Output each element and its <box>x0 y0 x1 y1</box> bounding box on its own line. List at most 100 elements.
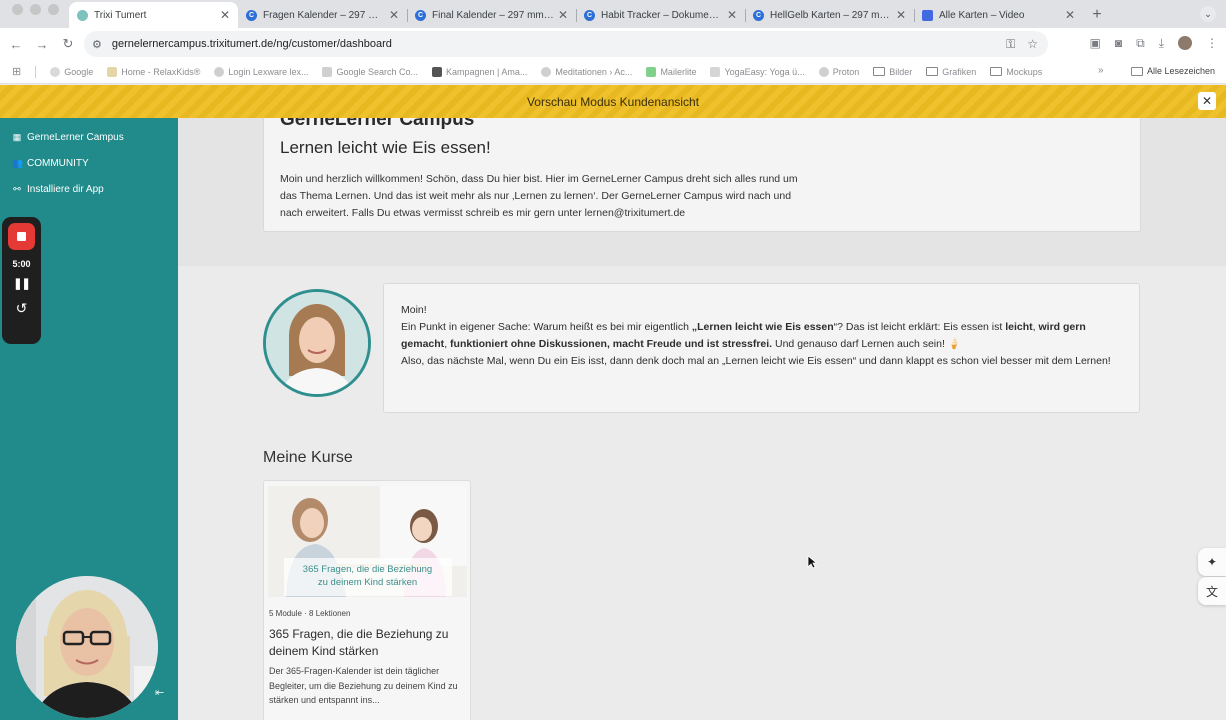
close-preview-button[interactable]: ✕ <box>1198 92 1216 110</box>
bookmark-grafiken[interactable]: Grafiken <box>926 67 976 77</box>
camera-icon[interactable]: ◙ <box>1115 36 1122 51</box>
tab-search-chevron-icon[interactable]: ⌄ <box>1200 6 1216 22</box>
lesson-count: 8 Lektionen <box>309 609 351 618</box>
tab-title: Alle Karten – Video <box>939 9 1025 21</box>
pause-icon[interactable]: ❚❚ <box>13 277 30 290</box>
kebab-menu-icon[interactable]: ⋮ <box>1206 36 1218 51</box>
translate-icon: 文 <box>1205 584 1218 599</box>
back-arrow-icon[interactable]: ← <box>3 31 29 57</box>
tab-title: HellGelb Karten – 297 mm × <box>770 9 892 21</box>
bookmark-label: Home - RelaxKids® <box>121 66 201 77</box>
bookmark-google[interactable]: Google <box>50 66 93 77</box>
bookmark-relaxkids[interactable]: Home - RelaxKids® <box>107 66 201 77</box>
tab-hellgelb-karten[interactable]: C HellGelb Karten – 297 mm × ✕ <box>745 2 914 28</box>
forward-arrow-icon[interactable]: → <box>29 31 55 57</box>
close-icon[interactable]: ✕ <box>896 8 906 22</box>
tab-alle-karten-video[interactable]: Alle Karten – Video ✕ <box>914 2 1083 28</box>
bookmark-label: Proton <box>832 66 860 77</box>
bookmark-label: Mailerlite <box>660 66 697 77</box>
info-text: Ein Punkt in eigener Sache: Warum heißt … <box>401 321 692 333</box>
close-icon[interactable]: ✕ <box>1065 8 1075 22</box>
address-bar[interactable]: ⚙ gernelernercampus.trixitumert.de/ng/cu… <box>84 31 1048 57</box>
info-text: “? Das ist leicht erklärt: Eis essen ist <box>833 321 1006 333</box>
address-toolbar: ← → ↻ ⚙ gernelernercampus.trixitumert.de… <box>0 28 1226 60</box>
tab-title: Fragen Kalender – 297 mm × <box>263 9 385 21</box>
globe-icon <box>214 66 225 77</box>
translate-button[interactable]: 文 <box>1198 577 1226 605</box>
webcam-person-image <box>16 576 158 718</box>
sidebar-item-community[interactable]: 👥 COMMUNITY <box>0 150 178 176</box>
close-icon: ✕ <box>1201 94 1213 108</box>
site-settings-icon[interactable]: ⚙ <box>92 38 102 51</box>
more-bookmarks-chevron-icon[interactable]: » <box>1098 65 1104 76</box>
restart-icon[interactable]: ↺ <box>16 300 28 317</box>
course-title[interactable]: 365 Fragen, die die Beziehung zu deinem … <box>269 626 469 660</box>
window-controls[interactable] <box>0 4 69 24</box>
bookmark-bilder[interactable]: Bilder <box>873 67 912 77</box>
apps-grid-icon[interactable]: ⊞ <box>12 65 21 78</box>
bookmark-proton[interactable]: Proton <box>818 66 860 77</box>
sidebar-item-install-app[interactable]: ⚯ Installiere dir App <box>0 176 178 202</box>
tab-final-kalender[interactable]: C Final Kalender – 297 mm × 2 ✕ <box>407 2 576 28</box>
folder-icon <box>873 67 886 76</box>
course-thumbnail[interactable]: 365 Fragen, die die Beziehung zu deinem … <box>268 486 467 597</box>
bookmark-label: Bilder <box>889 66 913 77</box>
module-count: 5 Module <box>269 609 302 618</box>
info-text: Und genauso darf Lernen auch sein! 🍦 <box>772 338 961 350</box>
users-icon: 👥 <box>12 157 24 168</box>
close-icon[interactable]: ✕ <box>389 8 399 22</box>
close-icon[interactable]: ✕ <box>220 8 230 22</box>
slogan: Lernen leicht wie Eis essen! <box>280 138 491 157</box>
bookmark-mailerlite[interactable]: Mailerlite <box>646 66 697 77</box>
new-tab-button[interactable]: + <box>1083 2 1111 28</box>
tab-title: Trixi Tumert <box>94 9 147 21</box>
canva-favicon-icon: C <box>753 9 764 21</box>
welcome-text: Moin und herzlich willkommen! Schön, das… <box>280 171 840 222</box>
star-bookmark-icon[interactable]: ☆ <box>1027 37 1038 52</box>
bookmarks-bar: ⊞ Google Home - RelaxKids® Login Lexware… <box>0 60 1226 84</box>
reload-icon[interactable]: ↻ <box>55 31 81 57</box>
all-bookmarks-button[interactable]: Alle Lesezeichen <box>1131 66 1215 76</box>
tab-habit-tracker[interactable]: C Habit Tracker – Dokument (A ✕ <box>576 2 745 28</box>
info-bold-text: funktioniert ohne Diskussionen, macht Fr… <box>450 338 773 350</box>
profile-photo <box>263 289 371 397</box>
all-bookmarks-label: Alle Lesezeichen <box>1147 66 1216 76</box>
extension-icon[interactable]: ▣ <box>1090 36 1101 51</box>
key-icon[interactable]: ⚿ <box>1006 37 1015 52</box>
search-console-icon <box>322 66 333 77</box>
close-icon[interactable]: ✕ <box>727 8 737 22</box>
tab-trixi-tumert[interactable]: Trixi Tumert ✕ <box>69 2 238 28</box>
collapse-sidebar-icon[interactable]: ⇤ <box>155 686 164 699</box>
bookmark-lexware[interactable]: Login Lexware lex... <box>214 66 308 77</box>
info-paragraph: Also, das nächste Mal, wenn Du ein Eis i… <box>401 355 1111 367</box>
close-icon[interactable]: ✕ <box>558 8 568 22</box>
bookmark-yogaeasy[interactable]: YogaEasy: Yoga ü... <box>710 66 805 77</box>
ai-sparkle-button[interactable]: ✦ <box>1198 548 1226 576</box>
thumbnail-caption-line: zu deinem Kind stärken <box>317 577 418 588</box>
course-meta: 5 Module · 8 Lektionen <box>269 609 350 618</box>
relaxkids-icon <box>107 66 118 77</box>
puzzle-extensions-icon[interactable]: ⧉ <box>1136 36 1145 51</box>
thumbnail-caption-line: 365 Fragen, die die Beziehung <box>302 564 433 575</box>
preview-banner-text: Vorschau Modus Kundenansicht <box>526 94 700 109</box>
sidebar-item-campus[interactable]: ▦ GerneLerner Campus <box>0 124 178 150</box>
amazon-icon <box>432 66 442 77</box>
canva-favicon-icon: C <box>415 9 426 21</box>
download-icon[interactable]: ⤓ <box>1159 36 1164 51</box>
profile-avatar[interactable] <box>1178 36 1192 50</box>
stop-recording-button[interactable] <box>8 223 35 250</box>
course-card[interactable]: 365 Fragen, die die Beziehung zu deinem … <box>263 480 471 720</box>
bookmark-amazon[interactable]: Kampagnen | Ama... <box>432 66 527 77</box>
folder-icon <box>990 67 1003 76</box>
grid-icon: ▦ <box>12 131 22 142</box>
bookmark-label: Meditationen › Ac... <box>555 66 633 77</box>
webcam-bubble[interactable] <box>16 576 158 718</box>
bookmark-meditationen[interactable]: Meditationen › Ac... <box>541 66 633 77</box>
link-icon: ⚯ <box>13 183 21 194</box>
bookmark-mockups[interactable]: Mockups <box>990 67 1042 77</box>
mouse-cursor-icon <box>807 555 817 569</box>
course-description: Der 365-Fragen-Kalender ist dein täglich… <box>269 666 458 705</box>
tab-fragen-kalender[interactable]: C Fragen Kalender – 297 mm × ✕ <box>238 2 407 28</box>
bookmark-search-console[interactable]: Google Search Co... <box>322 66 418 77</box>
tab-title: Final Kalender – 297 mm × 2 <box>432 9 554 21</box>
